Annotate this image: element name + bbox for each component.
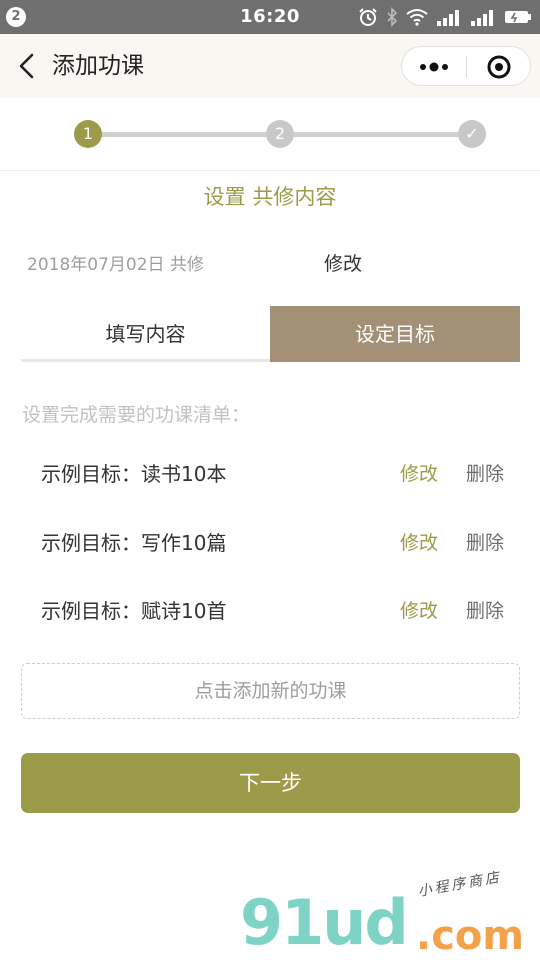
signal-icon-1	[437, 10, 459, 26]
stepper-line-1	[88, 132, 280, 137]
alarm-icon	[359, 8, 377, 26]
battery-icon	[505, 11, 531, 23]
goal-delete-button[interactable]: 删除	[466, 594, 504, 628]
goal-delete-button[interactable]: 删除	[466, 526, 504, 560]
goal-delete-button[interactable]: 删除	[466, 457, 504, 491]
goal-label: 示例目标：读书10本	[41, 462, 227, 486]
more-button[interactable]	[402, 47, 466, 87]
miniprogram-capsule	[401, 46, 531, 86]
goal-edit-button[interactable]: 修改	[400, 594, 438, 628]
tab-fill-content[interactable]: 填写内容	[21, 306, 270, 362]
watermark-main: 91ud	[240, 886, 409, 959]
stepper-line-2	[280, 132, 472, 137]
goal-list-hint: 设置完成需要的功课清单：	[22, 404, 251, 426]
goal-label: 示例目标：写作10篇	[41, 531, 227, 555]
date-edit-button[interactable]: 修改	[324, 250, 362, 278]
watermark-logo: 91ud .com 小程序商店	[240, 869, 540, 960]
next-step-button[interactable]: 下一步	[21, 753, 520, 813]
step-1: 1	[74, 120, 102, 148]
target-close-icon	[487, 55, 511, 79]
add-goal-button[interactable]: 点击添加新的功课	[21, 663, 520, 719]
navigation-bar: 添加功课	[0, 34, 540, 98]
signal-icon-2	[471, 10, 493, 26]
step-2: 2	[266, 120, 294, 148]
back-arrow-icon	[19, 53, 34, 79]
progress-stepper: 1 2 ✓	[0, 98, 540, 171]
status-bar: 2 16:20	[0, 0, 540, 34]
goal-edit-button[interactable]: 修改	[400, 526, 438, 560]
goal-item: 示例目标：读书10本 修改 删除	[0, 457, 540, 491]
goal-item: 示例目标：写作10篇 修改 删除	[0, 526, 540, 560]
wifi-icon	[406, 9, 428, 26]
bluetooth-icon	[387, 7, 398, 27]
step-3-check-icon: ✓	[458, 120, 486, 148]
close-button[interactable]	[467, 47, 531, 87]
more-dots-icon	[420, 62, 448, 72]
goal-edit-button[interactable]: 修改	[400, 457, 438, 491]
back-button[interactable]	[14, 50, 44, 82]
watermark-suffix: .com	[416, 913, 525, 959]
watermark-tagline: 小程序商店	[416, 869, 504, 900]
goal-label: 示例目标：赋诗10首	[41, 599, 227, 623]
tab-set-goals[interactable]: 设定目标	[270, 306, 520, 362]
status-icons	[358, 6, 532, 28]
section-title: 设置 共修内容	[203, 185, 337, 209]
date-label: 2018年07月02日 共修	[27, 255, 204, 275]
tab-bar: 填写内容 设定目标	[21, 306, 520, 362]
goal-item: 示例目标：赋诗10首 修改 删除	[0, 594, 540, 628]
page-title: 添加功课	[52, 53, 144, 79]
